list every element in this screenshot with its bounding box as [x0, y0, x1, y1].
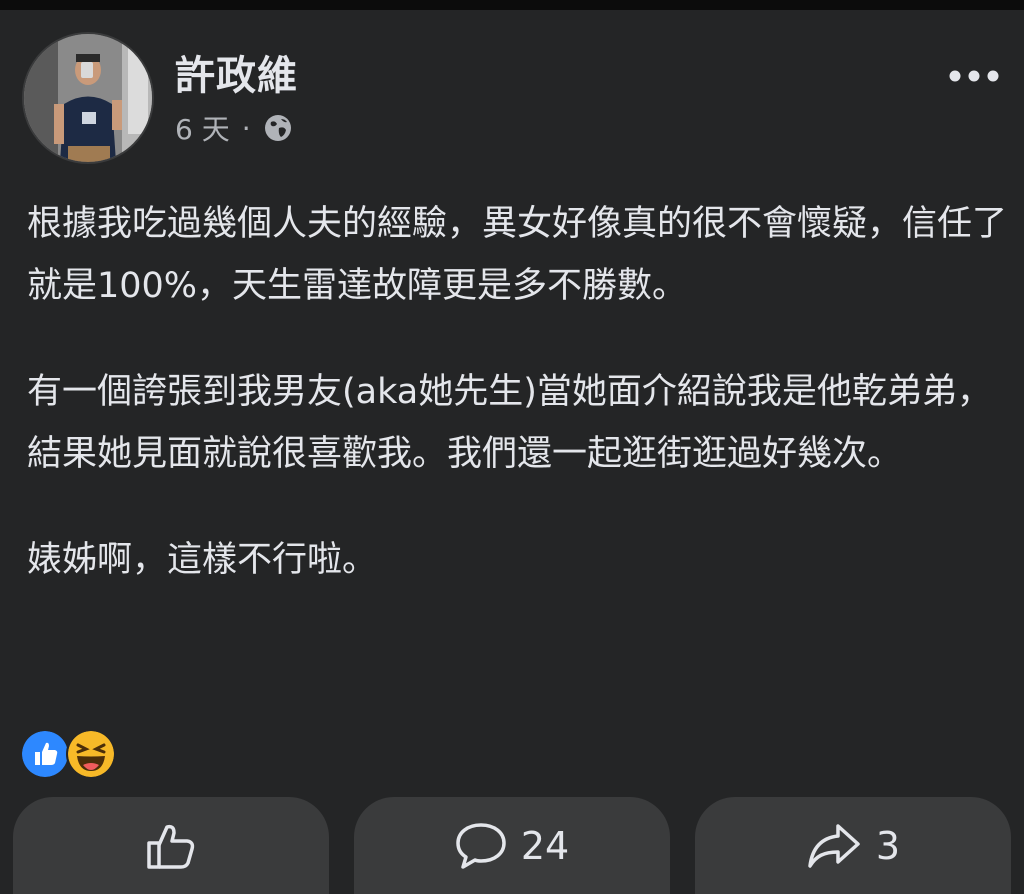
- comment-bubble-icon: [456, 822, 506, 869]
- like-button[interactable]: [13, 797, 329, 894]
- globe-icon: [264, 115, 291, 141]
- post-time[interactable]: 6 天: [175, 108, 230, 148]
- more-dots-icon: [949, 70, 999, 82]
- avatar-photo: [24, 34, 152, 162]
- share-button[interactable]: 3: [695, 797, 1011, 894]
- post-paragraph: 婊姊啊，這樣不行啦。: [27, 540, 378, 580]
- comment-count: 24: [520, 823, 570, 868]
- post-body: 根據我吃過幾個人夫的經驗，異女好像真的很不會懷疑，信任了就是100%，天生雷達故…: [27, 193, 1012, 591]
- thumbs-up-icon: [147, 824, 195, 869]
- meta-separator: ·: [241, 111, 251, 145]
- top-status-strip: [0, 0, 1024, 10]
- post-paragraph: 根據我吃過幾個人夫的經驗，異女好像真的很不會懷疑，信任了就是100%，天生雷達故…: [27, 204, 1008, 306]
- haha-reaction-icon: [66, 729, 116, 779]
- share-count: 3: [875, 823, 901, 868]
- post-meta: 6 天 ·: [175, 108, 293, 148]
- author-name[interactable]: 許政維: [175, 52, 298, 100]
- like-reaction-icon: [20, 729, 70, 779]
- post-paragraph: 有一個誇張到我男友(aka她先生)當她面介紹說我是他乾弟弟，結果她見面就說很喜歡…: [27, 372, 992, 474]
- comment-button[interactable]: 24: [354, 797, 670, 894]
- more-options-button[interactable]: [946, 58, 1002, 94]
- reaction-summary[interactable]: [20, 729, 116, 779]
- share-arrow-icon: [808, 823, 860, 868]
- author-avatar[interactable]: [24, 34, 152, 162]
